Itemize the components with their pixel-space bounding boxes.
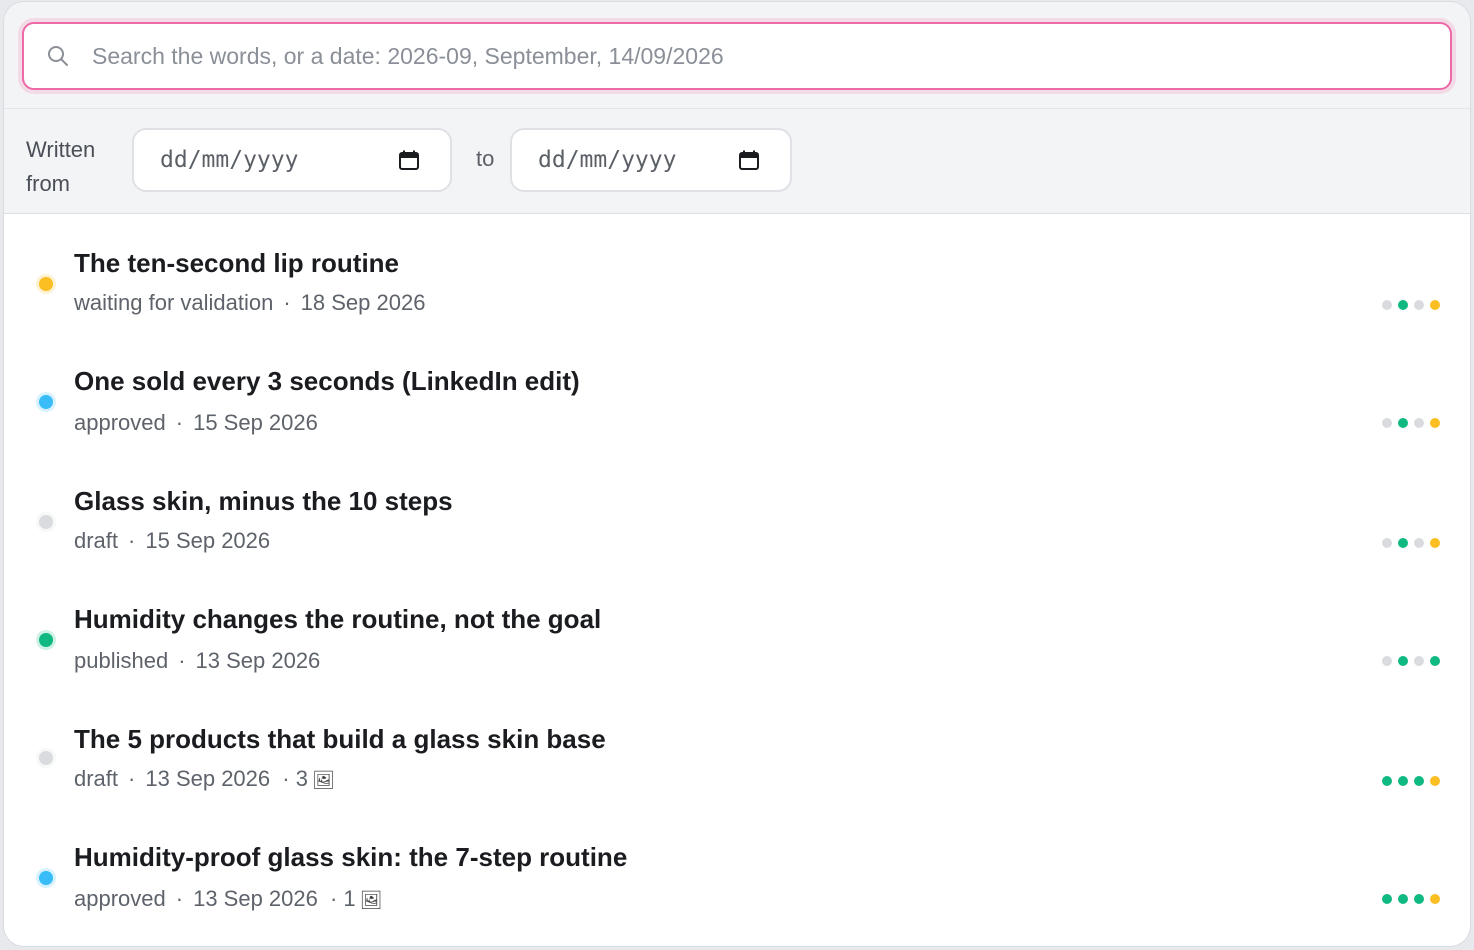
progress-step-dot <box>1414 418 1424 428</box>
progress-step-dot <box>1398 300 1408 310</box>
post-row[interactable]: The 5 products that build a glass skin b… <box>4 690 1470 808</box>
calendar-icon[interactable] <box>398 149 420 171</box>
progress-step-dot <box>1430 300 1440 310</box>
meta-separator: · <box>276 766 296 791</box>
progress-step-dot <box>1414 776 1424 786</box>
workflow-progress <box>1382 776 1440 786</box>
workflow-progress <box>1382 418 1440 428</box>
date-to-placeholder: dd/mm/yyyy <box>538 147 677 173</box>
meta-separator: · <box>178 648 186 673</box>
post-title[interactable]: One sold every 3 seconds (LinkedIn edit) <box>74 366 580 397</box>
post-date: 18 Sep 2026 <box>300 290 426 315</box>
calendar-icon[interactable] <box>738 149 760 171</box>
status-dot <box>36 274 56 294</box>
search-box[interactable] <box>22 22 1452 90</box>
status-dot <box>36 748 56 768</box>
meta-separator: · <box>175 410 184 435</box>
post-row[interactable]: Glass skin, minus the 10 steps draft · 15 S… <box>4 452 1470 570</box>
post-meta: approved · 13 Sep 2026 · 1 🖼 <box>74 886 383 912</box>
post-status: published <box>74 648 169 673</box>
progress-step-dot <box>1398 656 1408 666</box>
progress-step-dot <box>1414 656 1424 666</box>
post-date: 13 Sep 2026 <box>195 648 321 673</box>
status-dot <box>36 392 56 412</box>
progress-step-dot <box>1430 776 1440 786</box>
post-date: 13 Sep 2026 <box>145 766 271 791</box>
progress-step-dot <box>1398 894 1408 904</box>
date-from-input[interactable]: dd/mm/yyyy <box>132 128 452 192</box>
date-from-placeholder: dd/mm/yyyy <box>160 147 299 173</box>
post-date: 15 Sep 2026 <box>145 528 271 553</box>
meta-separator: · <box>283 290 291 315</box>
post-status: draft <box>74 528 119 553</box>
post-meta: draft · 15 Sep 2026 <box>74 528 270 554</box>
meta-separator: · <box>175 886 184 911</box>
progress-step-dot <box>1398 776 1408 786</box>
image-icon: 🖼 <box>359 890 383 910</box>
meta-separator: · <box>128 766 136 791</box>
post-date: 15 Sep 2026 <box>193 410 318 435</box>
progress-step-dot <box>1430 894 1440 904</box>
meta-separator: · <box>323 886 344 911</box>
post-title[interactable]: Humidity changes the routine, not the go… <box>74 604 601 635</box>
progress-step-dot <box>1382 776 1392 786</box>
workflow-progress <box>1382 538 1440 548</box>
post-meta: published · 13 Sep 2026 <box>74 648 320 674</box>
workflow-progress <box>1382 300 1440 310</box>
post-search-panel: Written from dd/mm/yyyy to dd/mm/yyyy Th… <box>4 2 1470 946</box>
post-row[interactable]: One sold every 3 seconds (LinkedIn edit)… <box>4 332 1470 450</box>
search-icon <box>48 46 68 66</box>
image-count: 1 <box>343 886 356 911</box>
progress-step-dot <box>1398 538 1408 548</box>
search-area <box>4 2 1470 109</box>
progress-step-dot <box>1382 300 1392 310</box>
post-status: approved <box>74 886 166 911</box>
meta-separator: · <box>128 528 136 553</box>
post-meta: waiting for validation · 18 Sep 2026 <box>74 290 425 316</box>
post-title[interactable]: Glass skin, minus the 10 steps <box>74 486 453 517</box>
post-meta: approved · 15 Sep 2026 <box>74 410 318 436</box>
post-row[interactable]: Humidity-proof glass skin: the 7-step ro… <box>4 808 1470 926</box>
image-count: 3 <box>295 766 308 791</box>
workflow-progress <box>1382 894 1440 904</box>
post-row[interactable]: The ten-second lip routine waiting for va… <box>4 214 1470 332</box>
post-title[interactable]: Humidity-proof glass skin: the 7-step ro… <box>74 842 627 873</box>
status-dot <box>36 630 56 650</box>
progress-step-dot <box>1414 538 1424 548</box>
progress-step-dot <box>1382 656 1392 666</box>
status-dot <box>36 512 56 532</box>
to-label: to <box>476 146 495 171</box>
progress-step-dot <box>1382 894 1392 904</box>
post-date: 13 Sep 2026 <box>193 886 318 911</box>
post-row[interactable]: Humidity changes the routine, not the go… <box>4 570 1470 688</box>
search-input[interactable] <box>92 36 1450 76</box>
post-meta: draft · 13 Sep 2026 · 3 🖼 <box>74 766 335 792</box>
image-icon: 🖼 <box>311 770 335 790</box>
written-from-label: Written from <box>26 137 96 196</box>
post-status: approved <box>74 410 166 435</box>
progress-step-dot <box>1414 300 1424 310</box>
post-status: waiting for validation <box>74 290 274 315</box>
date-to-input[interactable]: dd/mm/yyyy <box>510 128 792 192</box>
post-status: draft <box>74 766 119 791</box>
status-dot <box>36 868 56 888</box>
progress-step-dot <box>1414 894 1424 904</box>
progress-step-dot <box>1430 538 1440 548</box>
workflow-progress <box>1382 656 1440 666</box>
post-title[interactable]: The ten-second lip routine <box>74 248 399 279</box>
progress-step-dot <box>1382 538 1392 548</box>
progress-step-dot <box>1382 418 1392 428</box>
progress-step-dot <box>1430 656 1440 666</box>
post-title[interactable]: The 5 products that build a glass skin b… <box>74 724 606 755</box>
progress-step-dot <box>1398 418 1408 428</box>
progress-step-dot <box>1430 418 1440 428</box>
